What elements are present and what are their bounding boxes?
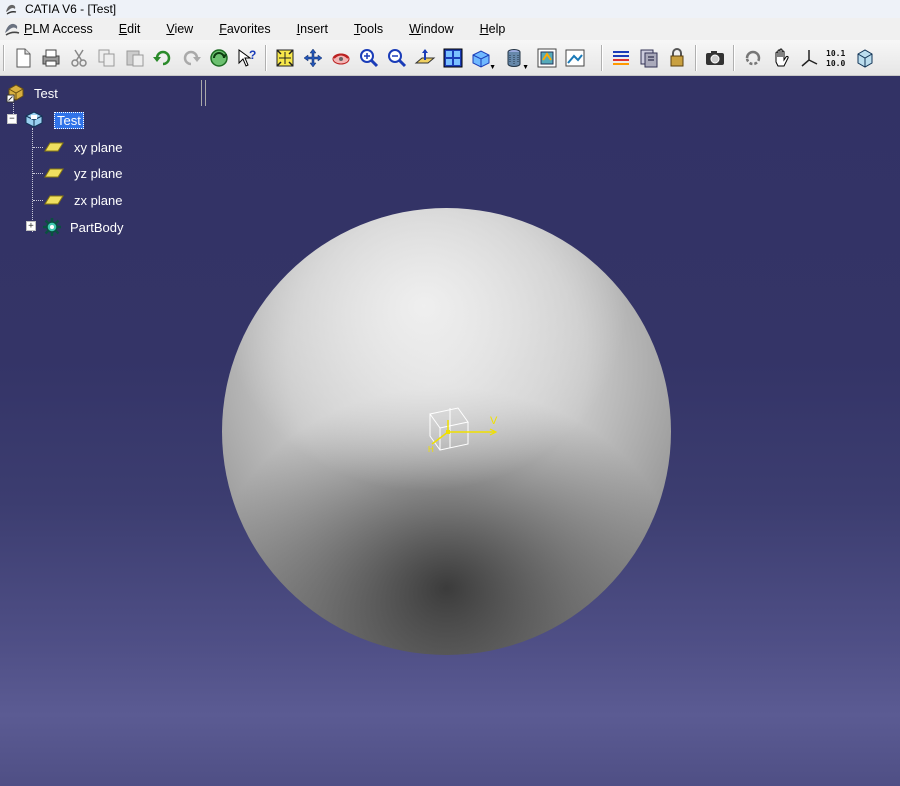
- menu-window[interactable]: Window: [409, 22, 453, 36]
- iso-view-icon[interactable]: ▼: [468, 45, 496, 71]
- measure-icon[interactable]: 10.1 10.0: [824, 45, 850, 71]
- cut-icon[interactable]: [66, 45, 92, 71]
- zoom-in-icon[interactable]: [356, 45, 382, 71]
- partbody-gear-icon: [42, 218, 62, 236]
- tree-item-zx-plane[interactable]: zx plane: [44, 190, 122, 210]
- tree-connector: [32, 128, 33, 232]
- plane-icon: [44, 164, 64, 182]
- tree-item-label: zx plane: [74, 192, 123, 208]
- catia-logo-icon: [3, 2, 19, 16]
- menu-insert[interactable]: Insert: [297, 22, 328, 36]
- tree-item-yz-plane[interactable]: yz plane: [44, 163, 122, 183]
- zoom-out-icon[interactable]: [384, 45, 410, 71]
- properties-icon[interactable]: [608, 45, 634, 71]
- new-icon[interactable]: [10, 45, 36, 71]
- tree-item-label-selected: Test: [54, 111, 84, 129]
- undo-icon[interactable]: [150, 45, 176, 71]
- sequence-icon[interactable]: [636, 45, 662, 71]
- copy-icon[interactable]: [94, 45, 120, 71]
- tree-item-product[interactable]: Test: [24, 110, 84, 130]
- tree-root[interactable]: Test: [6, 83, 58, 103]
- menu-plm-access[interactable]: PLM Access: [24, 22, 93, 36]
- catia-menu-icon[interactable]: [2, 20, 22, 38]
- paste-icon[interactable]: [122, 45, 148, 71]
- whats-this-icon[interactable]: ?: [234, 45, 260, 71]
- tree-item-xy-plane[interactable]: xy plane: [44, 137, 122, 157]
- toolbar-separator: [265, 44, 267, 71]
- tree-connector: [33, 200, 43, 201]
- toolbar-separator: [601, 44, 603, 71]
- print-icon[interactable]: [38, 45, 64, 71]
- svg-text:10.0: 10.0: [826, 59, 845, 68]
- hide-show-icon[interactable]: [534, 45, 560, 71]
- axis-label-v: V: [490, 415, 498, 427]
- tree-connector: [33, 147, 43, 148]
- box-icon[interactable]: [852, 45, 878, 71]
- manipulate-icon[interactable]: [740, 45, 766, 71]
- rotate-icon[interactable]: [328, 45, 354, 71]
- toolbar-grip[interactable]: [3, 44, 5, 71]
- dropdown-arrow-icon[interactable]: ▼: [489, 64, 496, 71]
- menu-favorites[interactable]: Favorites: [219, 22, 270, 36]
- render-style-icon[interactable]: ▼: [501, 45, 529, 71]
- swap-space-icon[interactable]: [562, 45, 588, 71]
- plane-icon: [44, 191, 64, 209]
- window-title: CATIA V6 - [Test]: [25, 2, 117, 16]
- toolbar: ? ▼ ▼ 10.1 10.0: [0, 40, 900, 76]
- menu-help[interactable]: Help: [480, 22, 506, 36]
- product-root-icon: [6, 84, 26, 103]
- capture-icon[interactable]: [702, 45, 728, 71]
- specification-tree: Test − Test xy plane yz plane zx plane +…: [0, 76, 210, 256]
- dropdown-arrow-icon[interactable]: ▼: [522, 64, 529, 71]
- tree-item-label: PartBody: [70, 219, 124, 235]
- menu-view[interactable]: View: [166, 22, 193, 36]
- title-bar: CATIA V6 - [Test]: [0, 0, 900, 18]
- hand-icon[interactable]: [768, 45, 794, 71]
- lock-icon[interactable]: [664, 45, 690, 71]
- collapse-toggle[interactable]: −: [7, 114, 17, 124]
- svg-text:?: ?: [249, 48, 256, 62]
- tree-connector: [33, 173, 43, 174]
- redo-icon[interactable]: [178, 45, 204, 71]
- tree-root-label: Test: [34, 85, 58, 101]
- menu-edit[interactable]: Edit: [119, 22, 141, 36]
- axis-label-h: H: [428, 445, 434, 454]
- tree-item-partbody[interactable]: PartBody: [42, 217, 123, 237]
- axis-system-icon[interactable]: V H: [420, 402, 510, 462]
- toolbar-separator: [695, 44, 697, 71]
- fit-all-icon[interactable]: [272, 45, 298, 71]
- tree-item-label: xy plane: [74, 139, 123, 155]
- compass-icon[interactable]: [796, 45, 822, 71]
- expand-toggle[interactable]: +: [26, 221, 36, 231]
- menu-tools[interactable]: Tools: [354, 22, 383, 36]
- pan-icon[interactable]: [300, 45, 326, 71]
- toolbar-separator: [733, 44, 735, 71]
- multi-view-icon[interactable]: [440, 45, 466, 71]
- part-icon: [24, 111, 44, 129]
- tree-item-label: yz plane: [74, 165, 123, 181]
- normal-view-icon[interactable]: [412, 45, 438, 71]
- svg-text:10.1: 10.1: [826, 49, 845, 58]
- menu-bar: PLM Access Edit View Favorites Insert To…: [0, 18, 900, 40]
- update-icon[interactable]: [206, 45, 232, 71]
- plane-icon: [44, 138, 64, 156]
